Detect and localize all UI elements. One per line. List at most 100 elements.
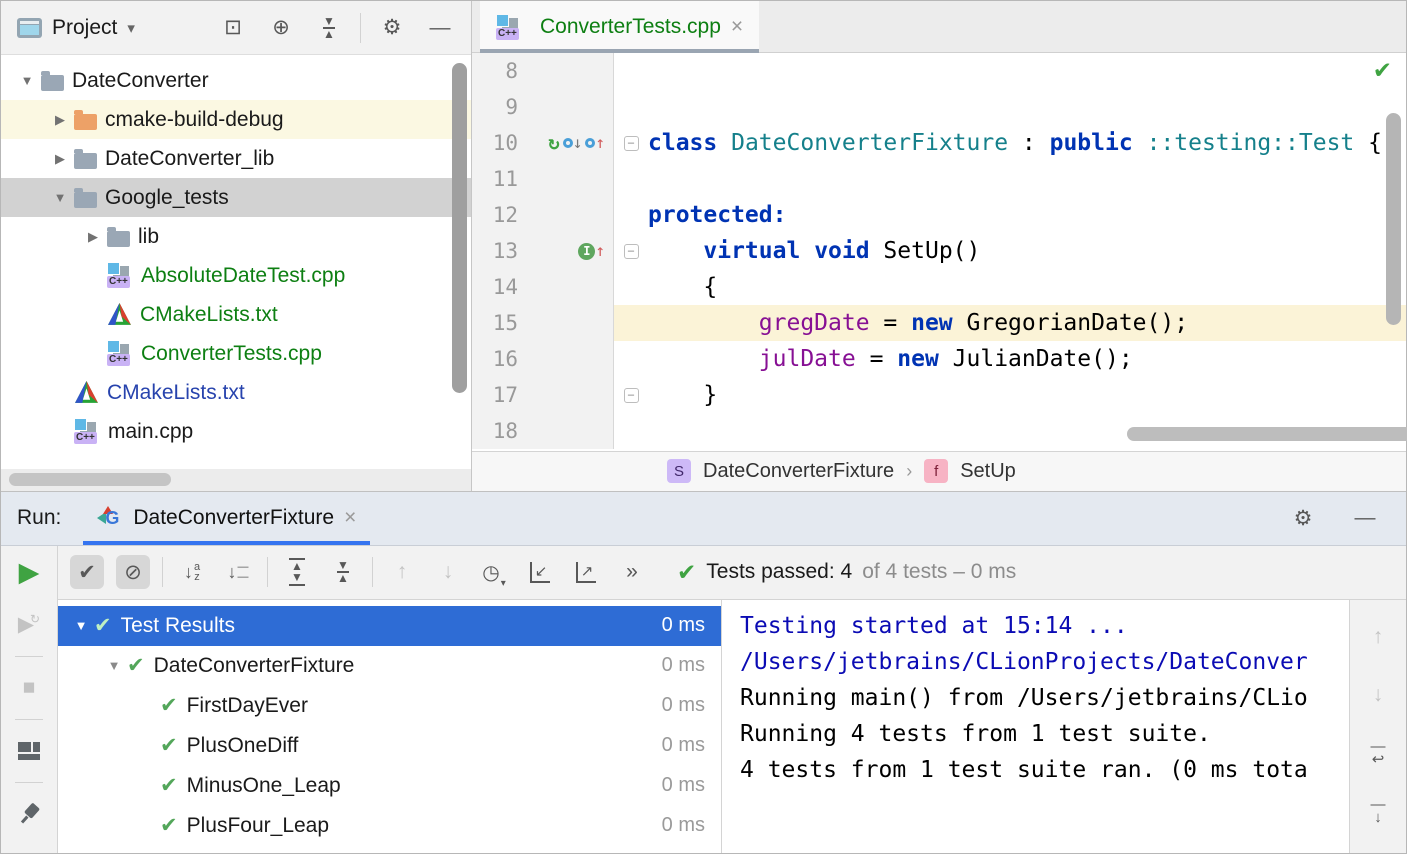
implementing-marker-icon[interactable]: I↑ — [578, 243, 605, 260]
line-number[interactable]: 11 — [472, 161, 518, 197]
scroll-up-icon[interactable]: ↑ — [1361, 620, 1395, 654]
project-tree-horizontal-scrollbar[interactable] — [9, 473, 171, 486]
code-editor[interactable]: 8910↻↓↑−class DateConverterFixture : pub… — [472, 53, 1406, 451]
line-number[interactable]: 17 — [472, 377, 518, 413]
editor-horizontal-scrollbar[interactable] — [1127, 427, 1407, 441]
tree-item-main-cpp[interactable]: C++main.cpp — [1, 412, 471, 451]
test-row-test-results[interactable]: ▼✔Test Results0 ms — [58, 606, 721, 646]
overriding-marker-icon[interactable]: ↑ — [585, 135, 605, 151]
rerun-icon[interactable]: ▶ — [12, 556, 46, 590]
console-line[interactable]: Testing started at 15:14 ... — [740, 608, 1349, 644]
test-console[interactable]: Testing started at 15:14 .../Users/jetbr… — [722, 600, 1349, 853]
code-text[interactable]: virtual void SetUp() — [648, 233, 980, 269]
line-number[interactable]: 15 — [472, 305, 518, 341]
show-passed-icon[interactable]: ✔ — [70, 555, 104, 589]
project-tree-vertical-scrollbar[interactable] — [452, 63, 467, 393]
tree-item-convertertests-cpp[interactable]: C++ConverterTests.cpp — [1, 334, 471, 373]
console-line[interactable]: Running 4 tests from 1 test suite. — [740, 716, 1349, 752]
select-opened-file-icon[interactable]: ⊡ — [216, 11, 250, 45]
tree-item-lib[interactable]: ▶lib — [1, 217, 471, 256]
tree-item-google-tests[interactable]: ▼Google_tests — [1, 178, 471, 217]
line-number[interactable]: 8 — [472, 53, 518, 89]
code-text[interactable]: protected: — [648, 197, 786, 233]
chevron-down-icon[interactable]: ▾ — [127, 19, 135, 37]
test-row-dateconverterfixture[interactable]: ▼✔DateConverterFixture0 ms — [58, 646, 721, 686]
collapse-all-icon[interactable]: ▼▲ — [312, 11, 346, 45]
line-number[interactable]: 18 — [472, 413, 518, 449]
chevron-down-icon[interactable]: ▼ — [13, 73, 41, 88]
tree-item-dateconverter[interactable]: ▼DateConverter — [1, 61, 471, 100]
expand-all-icon[interactable]: ▲▼ — [280, 555, 314, 589]
code-text[interactable]: gregDate = new GregorianDate(); — [648, 305, 1188, 341]
scroll-down-icon[interactable]: ↓ — [1361, 678, 1395, 712]
chevron-down-icon[interactable]: ▼ — [46, 190, 74, 205]
export-test-results-icon[interactable]: ↗ — [569, 555, 603, 589]
project-header: Project ▾ ⊡ ⊕ ▼▲ ⚙ — — [1, 1, 471, 55]
editor-vertical-scrollbar[interactable] — [1386, 113, 1401, 325]
more-icon[interactable]: » — [615, 555, 649, 589]
sort-by-duration-icon[interactable]: ↓―― — [221, 555, 255, 589]
console-line[interactable]: 4 tests from 1 test suite ran. (0 ms tot… — [740, 752, 1349, 788]
line-number[interactable]: 16 — [472, 341, 518, 377]
chevron-down-icon[interactable]: ▼ — [68, 618, 94, 633]
code-text[interactable]: class DateConverterFixture : public ::te… — [648, 125, 1382, 161]
code-text[interactable]: julDate = new JulianDate(); — [648, 341, 1133, 377]
class-badge-icon: S — [667, 459, 691, 483]
code-text[interactable]: } — [648, 377, 717, 413]
tree-item-cmakelists-txt[interactable]: CMakeLists.txt — [1, 295, 471, 334]
import-test-results-icon[interactable]: ↙ — [523, 555, 557, 589]
chevron-down-icon[interactable]: ▼ — [101, 658, 127, 673]
settings-icon[interactable]: ⚙ — [375, 11, 409, 45]
test-run-icon[interactable]: ↻ — [548, 125, 559, 161]
line-number[interactable]: 9 — [472, 89, 518, 125]
console-line[interactable]: Running main() from /Users/jetbrains/CLi… — [740, 680, 1349, 716]
gutter-icons — [518, 377, 613, 413]
close-tab-icon[interactable]: × — [731, 15, 743, 39]
rerun-failed-tests-icon[interactable]: ▶↻ — [12, 608, 46, 642]
top-split: Project ▾ ⊡ ⊕ ▼▲ ⚙ — ▼DateConverter▶cmake-bu… — [1, 1, 1406, 491]
scroll-to-end-icon[interactable]: ―↓ — [1361, 794, 1395, 828]
tree-item-cmake-build-debug[interactable]: ▶cmake-build-debug — [1, 100, 471, 139]
show-ignored-icon[interactable]: ⊘ — [116, 555, 150, 589]
chevron-right-icon[interactable]: ▶ — [79, 229, 107, 245]
chevron-right-icon[interactable]: ▶ — [46, 151, 74, 167]
hide-tool-window-icon[interactable]: — — [423, 11, 457, 45]
settings-icon[interactable]: ⚙ — [1286, 501, 1320, 535]
soft-wrap-icon[interactable]: ―↩ — [1361, 736, 1395, 770]
code-text[interactable]: { — [648, 269, 717, 305]
run-tab-dateconverterfixture[interactable]: G DateConverterFixture × — [83, 492, 370, 545]
breadcrumb-item-setup[interactable]: SetUp — [960, 460, 1016, 483]
collapse-all-icon[interactable]: ▼▲ — [326, 555, 360, 589]
stop-icon[interactable]: ■ — [12, 671, 46, 705]
tree-item-absolutedatetest-cpp[interactable]: C++AbsoluteDateTest.cpp — [1, 256, 471, 295]
previous-failed-test-icon[interactable]: ↑ — [385, 555, 419, 589]
project-view-selector[interactable]: Project — [52, 16, 117, 40]
close-tab-icon[interactable]: × — [344, 506, 356, 530]
sort-alphabetically-icon[interactable]: ↓az — [175, 555, 209, 589]
line-number[interactable]: 13 — [472, 233, 518, 269]
hide-tool-window-icon[interactable]: — — [1348, 501, 1382, 535]
line-number[interactable]: 14 — [472, 269, 518, 305]
next-failed-test-icon[interactable]: ↓ — [431, 555, 465, 589]
tree-item-cmakelists-txt[interactable]: CMakeLists.txt — [1, 373, 471, 412]
fold-marker-close[interactable]: − — [614, 377, 648, 413]
console-line[interactable]: /Users/jetbrains/CLionProjects/DateConve… — [740, 644, 1349, 680]
fold-marker-open[interactable]: − — [614, 125, 648, 161]
run-main: ▶▶↻■ ✔⊘↓az↓――▲▼▼▲↑↓◷▾↙↗» ✔ Tests passed:… — [1, 546, 1406, 853]
fold-marker-open[interactable]: − — [614, 233, 648, 269]
breadcrumb-item-dateconverterfixture[interactable]: DateConverterFixture — [703, 460, 894, 483]
test-row-minusone-leap[interactable]: ✔MinusOne_Leap0 ms — [58, 766, 721, 806]
tree-item-dateconverter-lib[interactable]: ▶DateConverter_lib — [1, 139, 471, 178]
chevron-right-icon[interactable]: ▶ — [46, 112, 74, 128]
pin-tab-icon[interactable] — [12, 797, 46, 831]
line-number[interactable]: 12 — [472, 197, 518, 233]
layout-settings-icon[interactable] — [12, 734, 46, 768]
editor-tab-convertertests[interactable]: C++ ConverterTests.cpp × — [480, 1, 759, 53]
test-row-plusonediff[interactable]: ✔PlusOneDiff0 ms — [58, 726, 721, 766]
locate-icon[interactable]: ⊕ — [264, 11, 298, 45]
overridden-marker-icon[interactable]: ↓ — [563, 135, 583, 151]
test-row-firstdayever[interactable]: ✔FirstDayEver0 ms — [58, 686, 721, 726]
test-history-icon[interactable]: ◷▾ — [477, 555, 511, 589]
test-row-plusfour-leap[interactable]: ✔PlusFour_Leap0 ms — [58, 806, 721, 846]
line-number[interactable]: 10 — [472, 125, 518, 161]
